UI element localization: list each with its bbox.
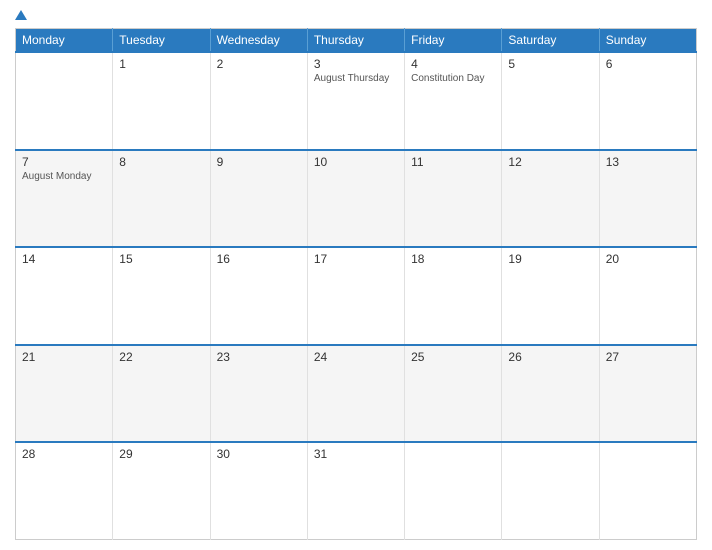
day-number: 31	[314, 447, 398, 461]
logo-triangle-icon	[15, 10, 27, 20]
calendar-cell: 7 August Monday	[16, 150, 113, 248]
day-number: 1	[119, 57, 203, 71]
day-number: 28	[22, 447, 106, 461]
weekday-header-saturday: Saturday	[502, 29, 599, 53]
calendar-cell: 8	[113, 150, 210, 248]
calendar-cell: 12	[502, 150, 599, 248]
day-number: 8	[119, 155, 203, 169]
calendar-cell: 17	[307, 247, 404, 345]
day-number: 11	[411, 155, 495, 169]
day-number: 24	[314, 350, 398, 364]
day-number: 29	[119, 447, 203, 461]
calendar-cell: 23	[210, 345, 307, 443]
calendar-cell: 6	[599, 52, 696, 150]
calendar-week-4: 21 22 23 24 25 26 27	[16, 345, 697, 443]
page: MondayTuesdayWednesdayThursdayFridaySatu…	[0, 0, 712, 550]
day-number: 10	[314, 155, 398, 169]
calendar-cell: 14	[16, 247, 113, 345]
calendar-cell: 9	[210, 150, 307, 248]
calendar-cell	[405, 442, 502, 540]
calendar-cell: 24	[307, 345, 404, 443]
day-number: 13	[606, 155, 690, 169]
header	[15, 10, 697, 20]
day-number: 7	[22, 155, 106, 169]
logo-blue-text	[15, 10, 29, 20]
logo	[15, 10, 29, 20]
calendar-cell: 5	[502, 52, 599, 150]
calendar-cell: 22	[113, 345, 210, 443]
calendar-cell: 30	[210, 442, 307, 540]
day-number: 26	[508, 350, 592, 364]
day-number: 16	[217, 252, 301, 266]
day-number: 6	[606, 57, 690, 71]
calendar-cell: 28	[16, 442, 113, 540]
day-number: 25	[411, 350, 495, 364]
day-number: 2	[217, 57, 301, 71]
calendar-cell: 26	[502, 345, 599, 443]
calendar-cell	[502, 442, 599, 540]
calendar-cell: 25	[405, 345, 502, 443]
calendar-week-1: 123 August Thursday 4 Constitution Day 56	[16, 52, 697, 150]
calendar-cell	[16, 52, 113, 150]
calendar-cell	[599, 442, 696, 540]
calendar-cell: 10	[307, 150, 404, 248]
calendar-week-3: 14 15 16 17 18 19 20	[16, 247, 697, 345]
day-number: 12	[508, 155, 592, 169]
event-label: August Thursday	[314, 73, 398, 84]
day-number: 9	[217, 155, 301, 169]
event-label: August Monday	[22, 171, 106, 182]
calendar-cell: 31	[307, 442, 404, 540]
weekday-header-wednesday: Wednesday	[210, 29, 307, 53]
day-number: 18	[411, 252, 495, 266]
day-number: 5	[508, 57, 592, 71]
calendar-cell: 1	[113, 52, 210, 150]
calendar-cell: 19	[502, 247, 599, 345]
weekday-header-thursday: Thursday	[307, 29, 404, 53]
calendar-cell: 2	[210, 52, 307, 150]
calendar-cell: 21	[16, 345, 113, 443]
calendar-week-5: 28 29 30 31	[16, 442, 697, 540]
event-label: Constitution Day	[411, 73, 495, 84]
calendar-cell: 11	[405, 150, 502, 248]
day-number: 20	[606, 252, 690, 266]
day-number: 15	[119, 252, 203, 266]
day-number: 27	[606, 350, 690, 364]
calendar-cell: 29	[113, 442, 210, 540]
weekday-header-friday: Friday	[405, 29, 502, 53]
calendar-table: MondayTuesdayWednesdayThursdayFridaySatu…	[15, 28, 697, 540]
day-number: 14	[22, 252, 106, 266]
calendar-header-row: MondayTuesdayWednesdayThursdayFridaySatu…	[16, 29, 697, 53]
calendar-cell: 3 August Thursday	[307, 52, 404, 150]
day-number: 21	[22, 350, 106, 364]
calendar-cell: 16	[210, 247, 307, 345]
calendar-cell: 18	[405, 247, 502, 345]
calendar-cell: 27	[599, 345, 696, 443]
weekday-header-monday: Monday	[16, 29, 113, 53]
calendar-week-2: 7 August Monday 89 10 11 12 13	[16, 150, 697, 248]
day-number: 19	[508, 252, 592, 266]
day-number: 30	[217, 447, 301, 461]
weekday-header-sunday: Sunday	[599, 29, 696, 53]
day-number: 3	[314, 57, 398, 71]
day-number: 22	[119, 350, 203, 364]
day-number: 23	[217, 350, 301, 364]
calendar-cell: 4 Constitution Day	[405, 52, 502, 150]
calendar-cell: 20	[599, 247, 696, 345]
day-number: 4	[411, 57, 495, 71]
day-number: 17	[314, 252, 398, 266]
calendar-cell: 13	[599, 150, 696, 248]
calendar-cell: 15	[113, 247, 210, 345]
weekday-header-tuesday: Tuesday	[113, 29, 210, 53]
